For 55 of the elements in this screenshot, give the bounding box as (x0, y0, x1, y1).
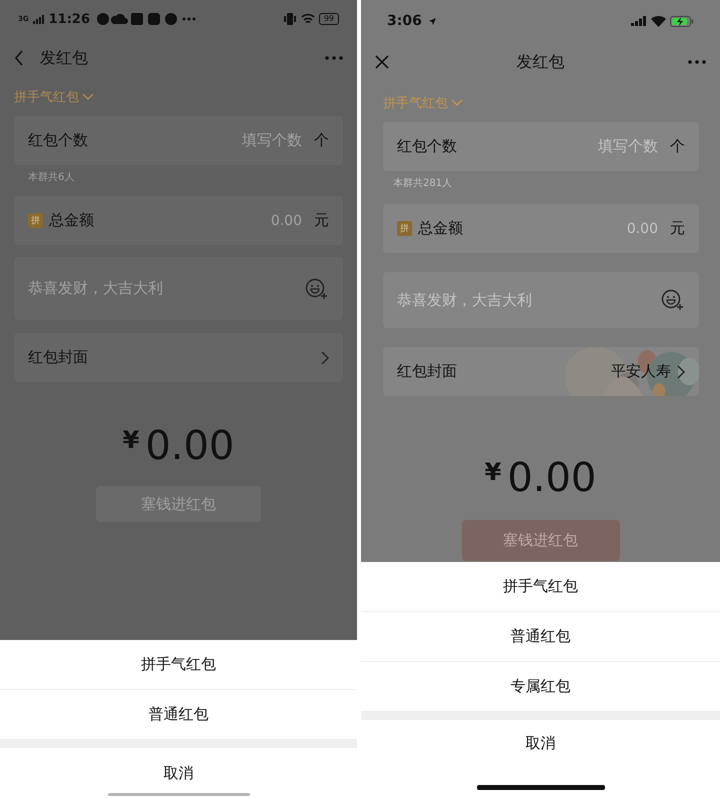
emoji-icon (661, 289, 685, 311)
page-title: 发红包 (40, 48, 88, 68)
greeting-placeholder: 恭喜发财，大吉大利 (28, 279, 164, 298)
greeting-placeholder: 恭喜发财，大吉大利 (397, 290, 533, 310)
cover-row[interactable]: 红包封面 平安人寿 (383, 347, 699, 396)
field-label: 总金额 (49, 211, 94, 230)
field-label: 红包个数 (397, 137, 457, 156)
wifi-icon (651, 16, 666, 26)
count-field[interactable]: 红包个数 填写个数 个 (14, 116, 343, 165)
unit-label: 个 (670, 137, 685, 156)
currency-symbol: ¥ (122, 426, 140, 454)
field-label: 红包封面 (397, 362, 458, 381)
back-icon (14, 50, 24, 66)
amount-field[interactable]: 拼 总金额 0.00 元 (14, 196, 343, 245)
field-label: 红包个数 (28, 131, 88, 150)
total-amount: 0.00 (145, 422, 234, 470)
wifi-icon (300, 13, 315, 25)
count-placeholder: 填写个数 (598, 137, 658, 156)
unit-label: 个 (314, 131, 329, 150)
chevron-right-icon (677, 364, 685, 378)
battery-charging-icon (670, 16, 694, 26)
emoji-icon (305, 278, 329, 300)
chevron-down-icon (82, 93, 94, 101)
lucky-badge: 拼 (397, 221, 412, 236)
total-amount: 0.00 (507, 454, 596, 502)
more-icon (688, 60, 706, 64)
unit-label: 元 (314, 211, 329, 230)
location-icon (428, 16, 437, 26)
more-icon (325, 56, 343, 60)
chevron-down-icon (451, 99, 463, 107)
count-field[interactable]: 红包个数 填写个数 个 (383, 122, 699, 171)
page-title: 发红包 (516, 52, 564, 72)
signal-icon (631, 16, 647, 26)
group-size-note: 本群共281人 (393, 176, 454, 190)
sheet-option[interactable]: 拼手气红包 (0, 640, 357, 690)
status-time: 11:26 (48, 12, 90, 26)
lucky-badge: 拼 (28, 213, 43, 228)
amount-placeholder: 0.00 (270, 212, 302, 228)
unit-label: 元 (670, 219, 685, 238)
field-label: 总金额 (418, 219, 463, 238)
group-size-note: 本群共6人 (28, 170, 76, 184)
field-label: 红包封面 (28, 348, 89, 367)
vibrate-icon (282, 13, 297, 25)
count-placeholder: 填写个数 (242, 131, 302, 150)
signal-icon (32, 14, 45, 24)
battery-level: 99 (318, 13, 339, 25)
close-icon (375, 55, 389, 69)
status-time: 3:06 (387, 13, 422, 29)
sheet-option[interactable]: 拼手气红包 (361, 562, 720, 612)
amount-field[interactable]: 拼 总金额 0.00 元 (383, 204, 699, 253)
amount-placeholder: 0.00 (626, 220, 658, 236)
cover-row[interactable]: 红包封面 (14, 333, 343, 382)
cover-name: 平安人寿 (611, 362, 671, 381)
chevron-right-icon (321, 350, 329, 364)
currency-symbol: ¥ (484, 458, 502, 486)
